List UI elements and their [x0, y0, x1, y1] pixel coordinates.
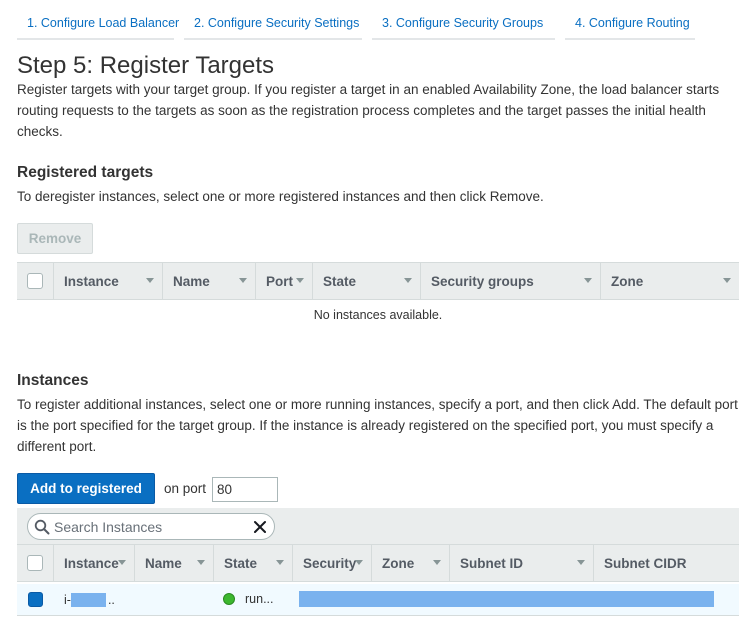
caret-down-icon	[404, 278, 412, 283]
column-port[interactable]: Port	[255, 263, 312, 299]
caret-down-icon	[276, 560, 284, 565]
port-input[interactable]	[212, 477, 278, 502]
column-label: Security groups	[431, 273, 534, 289]
caret-down-icon	[355, 560, 363, 565]
select-all-checkbox[interactable]	[27, 555, 43, 571]
registered-targets-heading: Registered targets	[17, 164, 154, 181]
caret-down-icon	[577, 560, 585, 565]
caret-down-icon	[433, 560, 441, 565]
tab-configure-load-balancer[interactable]: 1. Configure Load Balancer	[17, 10, 179, 40]
column-label: Zone	[611, 273, 644, 289]
column-subnet-cidr[interactable]: Subnet CIDR	[593, 545, 739, 581]
column-name[interactable]: Name	[162, 263, 255, 299]
select-all-instances[interactable]	[17, 545, 53, 581]
caret-down-icon	[146, 278, 154, 283]
column-zone[interactable]: Zone	[600, 263, 739, 299]
caret-down-icon	[723, 278, 731, 283]
port-label: on port	[164, 481, 207, 496]
column-label: Port	[266, 273, 293, 289]
instance-id-prefix: i-	[64, 592, 71, 607]
instances-description: To register additional instances, select…	[17, 397, 738, 454]
column-label: Name	[145, 555, 182, 571]
caret-down-icon	[584, 278, 592, 283]
instance-id-suffix: ..	[107, 592, 115, 607]
column-label: Name	[173, 273, 210, 289]
column-instance[interactable]: Instance	[53, 263, 162, 299]
column-state[interactable]: State	[213, 545, 292, 581]
empty-table-message: No instances available.	[313, 308, 443, 322]
column-subnet-id[interactable]: Subnet ID	[449, 545, 593, 581]
row-select[interactable]	[17, 592, 53, 607]
registered-table-header: Instance Name Port State Security groups…	[17, 262, 739, 300]
column-label: State	[224, 555, 258, 571]
state-text: run...	[245, 592, 274, 606]
search-input[interactable]	[52, 517, 246, 536]
wizard-tabs: 1. Configure Load Balancer 2. Configure …	[17, 10, 705, 40]
column-state[interactable]: State	[312, 263, 420, 299]
remove-button[interactable]: Remove	[17, 223, 93, 254]
caret-down-icon	[197, 560, 205, 565]
instances-table-header: Instance Name State Security Zone Subnet…	[17, 544, 739, 582]
tab-configure-security-groups[interactable]: 3. Configure Security Groups	[372, 10, 555, 40]
tab-configure-routing[interactable]: 4. Configure Routing	[565, 10, 695, 40]
column-instance[interactable]: Instance	[53, 545, 134, 581]
column-label: Zone	[382, 555, 415, 571]
select-all-registered[interactable]	[17, 263, 53, 299]
column-zone[interactable]: Zone	[371, 545, 449, 581]
column-label: Subnet ID	[460, 555, 523, 571]
search-icon	[34, 519, 50, 534]
caret-down-icon	[239, 278, 247, 283]
page-intro: Register targets with your target group.…	[17, 82, 720, 139]
page-title: Step 5: Register Targets	[17, 52, 275, 79]
caret-down-icon	[118, 560, 126, 565]
caret-down-icon	[296, 278, 304, 283]
status-running-icon	[223, 593, 235, 605]
redacted-block	[70, 592, 106, 607]
instances-heading: Instances	[17, 372, 89, 389]
row-checkbox-checked[interactable]	[27, 592, 43, 607]
add-to-registered-button[interactable]: Add to registered	[17, 473, 155, 504]
column-label: Instance	[64, 273, 119, 289]
tab-configure-security-settings[interactable]: 2. Configure Security Settings	[184, 10, 362, 40]
redacted-block	[299, 591, 714, 607]
close-icon[interactable]	[252, 519, 268, 535]
column-label: Instance	[64, 555, 119, 571]
column-security-groups[interactable]: Security groups	[420, 263, 600, 299]
column-name[interactable]: Name	[134, 545, 213, 581]
select-all-checkbox[interactable]	[27, 273, 43, 289]
registered-targets-description: To deregister instances, select one or m…	[17, 189, 544, 204]
table-row[interactable]: i- .. run...	[17, 584, 739, 616]
column-label: Subnet CIDR	[604, 555, 687, 571]
column-label: State	[323, 273, 357, 289]
instance-id-cell: i- ..	[64, 592, 115, 607]
column-label: Security	[303, 555, 357, 571]
search-box[interactable]	[27, 513, 275, 540]
column-security[interactable]: Security	[292, 545, 371, 581]
